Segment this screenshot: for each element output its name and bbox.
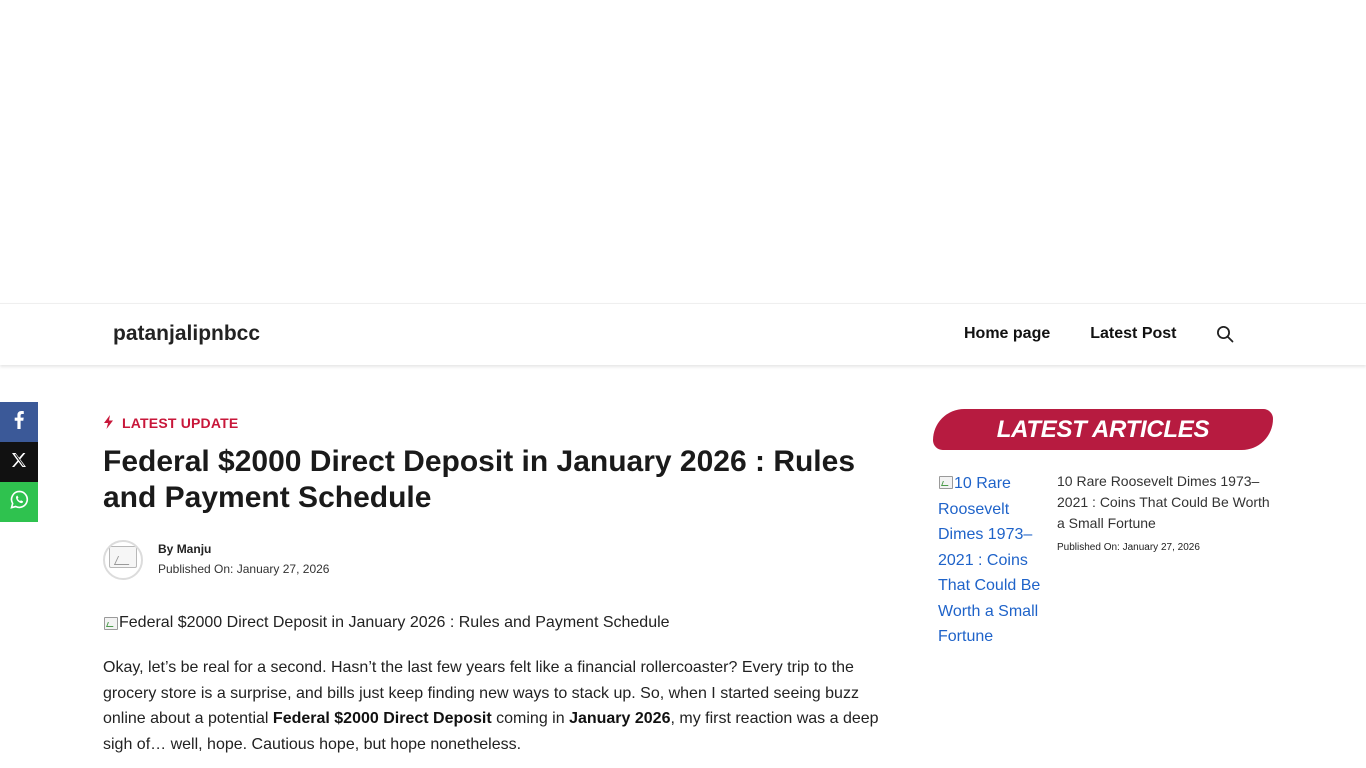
post-meta: 10 Rare Roosevelt Dimes 1973–2021 : Coin…: [1057, 471, 1272, 554]
facebook-icon: [14, 410, 24, 434]
site-title[interactable]: patanjalipnbcc: [113, 322, 260, 346]
post-thumbnail-alt: 10 Rare Roosevelt Dimes 1973–2021 : Coin…: [938, 475, 1041, 645]
sidebar-post-item: 10 Rare Roosevelt Dimes 1973–2021 : Coin…: [938, 471, 1273, 651]
x-icon: [11, 452, 27, 473]
author-line: By Manju: [158, 541, 329, 557]
date-value: January 27, 2026: [236, 562, 330, 576]
category-label: LATEST UPDATE: [122, 415, 239, 431]
whatsapp-share-button[interactable]: [0, 482, 38, 522]
search-icon[interactable]: [1216, 325, 1234, 343]
avatar[interactable]: [103, 540, 143, 580]
sidebar-heading: LATEST ARTICLES: [933, 409, 1273, 450]
share-bar: [0, 402, 38, 522]
post-date-value: January 27, 2026: [1122, 542, 1200, 553]
main-nav: Home page Latest Post: [964, 324, 1234, 344]
featured-image: Federal $2000 Direct Deposit in January …: [103, 611, 883, 635]
byline-text: By Manju Published On: January 27, 2026: [158, 540, 329, 577]
post-thumbnail-link[interactable]: 10 Rare Roosevelt Dimes 1973–2021 : Coin…: [938, 471, 1050, 650]
publish-date: Published On: January 27, 2026: [158, 561, 329, 577]
intro-bold-2: January 2026: [569, 710, 671, 727]
intro-bold-1: Federal $2000 Direct Deposit: [272, 710, 492, 727]
author-prefix: By: [158, 542, 174, 556]
article-title: Federal $2000 Direct Deposit in January …: [103, 445, 856, 514]
broken-image-icon: [938, 474, 954, 490]
post-date-prefix: Published On:: [1057, 542, 1120, 553]
ad-slot: [0, 0, 1366, 303]
lightning-icon: [103, 414, 122, 432]
date-prefix: Published On:: [158, 562, 234, 576]
sidebar-heading-label: LATEST ARTICLES: [996, 415, 1210, 443]
broken-image-icon: [109, 546, 137, 568]
post-date: Published On: January 27, 2026: [1057, 542, 1272, 554]
byline: By Manju Published On: January 27, 2026: [103, 540, 883, 584]
author-link[interactable]: Manju: [177, 542, 212, 556]
broken-image-icon: [103, 615, 119, 631]
article: LATEST UPDATE Federal $2000 Direct Depos…: [103, 410, 883, 757]
whatsapp-icon: [9, 490, 29, 514]
sidebar: LATEST ARTICLES 10 Rare Roosevelt Dimes …: [933, 409, 1273, 651]
post-title-link[interactable]: 10 Rare Roosevelt Dimes 1973–2021 : Coin…: [1057, 471, 1272, 534]
nav-latest-post[interactable]: Latest Post: [1090, 324, 1176, 344]
nav-home-page[interactable]: Home page: [964, 324, 1050, 344]
site-header: patanjalipnbcc Home page Latest Post: [0, 303, 1366, 365]
facebook-share-button[interactable]: [0, 402, 38, 442]
intro-paragraph: Okay, let’s be real for a second. Hasn’t…: [103, 655, 883, 757]
intro-text-2: coming in: [491, 710, 570, 727]
x-share-button[interactable]: [0, 442, 38, 482]
category-link[interactable]: LATEST UPDATE: [103, 410, 883, 436]
featured-image-alt: Federal $2000 Direct Deposit in January …: [119, 614, 670, 631]
